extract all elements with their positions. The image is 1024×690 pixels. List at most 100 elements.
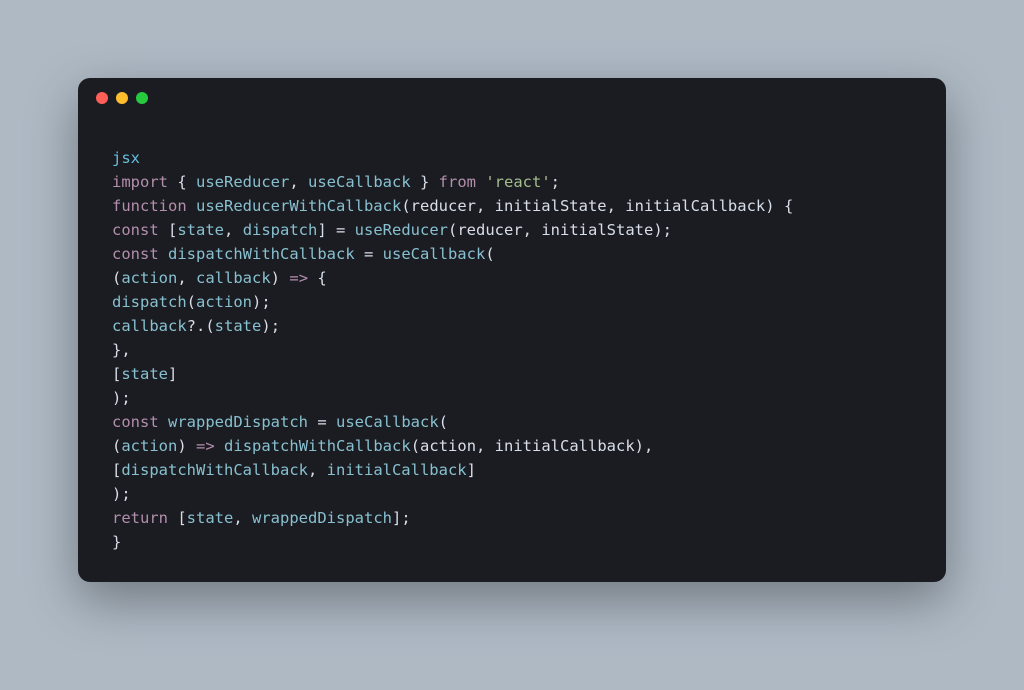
code-token bbox=[187, 437, 196, 455]
code-token: const bbox=[112, 221, 159, 239]
code-token: ] = bbox=[317, 221, 354, 239]
code-line: }, bbox=[112, 338, 912, 362]
code-token: ) bbox=[271, 269, 280, 287]
code-token: dispatch bbox=[243, 221, 318, 239]
code-token: ( bbox=[112, 437, 121, 455]
code-token: action, initialCallback bbox=[420, 437, 635, 455]
code-line: const dispatchWithCallback = useCallback… bbox=[112, 242, 912, 266]
code-token: useReducer bbox=[355, 221, 448, 239]
code-token: dispatchWithCallback bbox=[121, 461, 308, 479]
code-line: (action) => dispatchWithCallback(action,… bbox=[112, 434, 912, 458]
code-token: [ bbox=[112, 461, 121, 479]
code-token: import bbox=[112, 173, 168, 191]
code-line: } bbox=[112, 530, 912, 554]
code-token: { bbox=[168, 173, 196, 191]
code-token: ( bbox=[205, 317, 214, 335]
code-token: wrappedDispatch bbox=[252, 509, 392, 527]
code-token: ( bbox=[112, 269, 121, 287]
code-token: ; bbox=[271, 317, 280, 335]
code-token: from bbox=[439, 173, 476, 191]
code-token: ; bbox=[261, 293, 270, 311]
code-token: return bbox=[112, 509, 168, 527]
code-token: useCallback bbox=[383, 245, 486, 263]
code-token: { bbox=[308, 269, 327, 287]
code-token: ( bbox=[448, 221, 457, 239]
code-token: } bbox=[112, 533, 121, 551]
code-line: import { useReducer, useCallback } from … bbox=[112, 170, 912, 194]
code-token: [ bbox=[168, 509, 187, 527]
code-token: action bbox=[121, 437, 177, 455]
zoom-icon[interactable] bbox=[136, 92, 148, 104]
code-token: dispatch bbox=[112, 293, 187, 311]
code-token: const bbox=[112, 413, 159, 431]
code-token: state bbox=[121, 365, 168, 383]
code-token: , bbox=[308, 461, 327, 479]
code-token: reducer, initialState bbox=[457, 221, 653, 239]
code-token: ) bbox=[765, 197, 774, 215]
code-line: (action, callback) => { bbox=[112, 266, 912, 290]
code-token: 'react' bbox=[485, 173, 550, 191]
code-token: state bbox=[187, 509, 234, 527]
code-token: ) bbox=[653, 221, 662, 239]
code-token: ) bbox=[112, 485, 121, 503]
code-token: [ bbox=[159, 221, 178, 239]
code-token: ) bbox=[112, 389, 121, 407]
code-token: ]; bbox=[392, 509, 411, 527]
code-token: callback bbox=[112, 317, 187, 335]
code-token: callback bbox=[196, 269, 271, 287]
code-token: jsx bbox=[112, 149, 140, 167]
code-token bbox=[159, 413, 168, 431]
code-token: ; bbox=[551, 173, 560, 191]
code-token: dispatchWithCallback bbox=[168, 245, 355, 263]
code-line: ); bbox=[112, 386, 912, 410]
minimize-icon[interactable] bbox=[116, 92, 128, 104]
code-token: action bbox=[196, 293, 252, 311]
code-token: useCallback bbox=[336, 413, 439, 431]
code-token: const bbox=[112, 245, 159, 263]
code-token: initialCallback bbox=[327, 461, 467, 479]
code-token: ] bbox=[168, 365, 177, 383]
code-token bbox=[280, 269, 289, 287]
code-token: { bbox=[775, 197, 794, 215]
code-token: ; bbox=[121, 389, 130, 407]
code-token: ; bbox=[663, 221, 672, 239]
code-content: jsx import { useReducer, useCallback } fr… bbox=[78, 118, 946, 582]
code-line: [dispatchWithCallback, initialCallback] bbox=[112, 458, 912, 482]
code-token: , bbox=[177, 269, 196, 287]
code-token: state bbox=[177, 221, 224, 239]
code-token: = bbox=[355, 245, 383, 263]
code-token: ( bbox=[187, 293, 196, 311]
code-token: ) bbox=[177, 437, 186, 455]
code-token: ] bbox=[467, 461, 476, 479]
code-token bbox=[159, 245, 168, 263]
code-token: => bbox=[196, 437, 215, 455]
code-token bbox=[187, 197, 196, 215]
code-token: useCallback bbox=[308, 173, 411, 191]
code-token: action bbox=[121, 269, 177, 287]
code-token: ) bbox=[261, 317, 270, 335]
code-line: [state] bbox=[112, 362, 912, 386]
code-token: = bbox=[308, 413, 336, 431]
code-token: , bbox=[224, 221, 243, 239]
code-line: dispatch(action); bbox=[112, 290, 912, 314]
code-window: jsx import { useReducer, useCallback } fr… bbox=[78, 78, 946, 582]
code-token: , bbox=[644, 437, 653, 455]
code-token: state bbox=[215, 317, 262, 335]
close-icon[interactable] bbox=[96, 92, 108, 104]
code-token: [ bbox=[112, 365, 121, 383]
code-token: wrappedDispatch bbox=[168, 413, 308, 431]
code-line: return [state, wrappedDispatch]; bbox=[112, 506, 912, 530]
code-token: ?. bbox=[187, 317, 206, 335]
code-line: const wrappedDispatch = useCallback( bbox=[112, 410, 912, 434]
code-token: ) bbox=[252, 293, 261, 311]
code-token: => bbox=[289, 269, 308, 287]
code-token: reducer, initialState, initialCallback bbox=[411, 197, 766, 215]
code-token: ( bbox=[401, 197, 410, 215]
code-token: } bbox=[411, 173, 439, 191]
code-token: ; bbox=[121, 485, 130, 503]
code-line: jsx bbox=[112, 146, 912, 170]
code-token: , bbox=[289, 173, 308, 191]
code-token: ( bbox=[439, 413, 448, 431]
code-token bbox=[476, 173, 485, 191]
code-token: ( bbox=[485, 245, 494, 263]
